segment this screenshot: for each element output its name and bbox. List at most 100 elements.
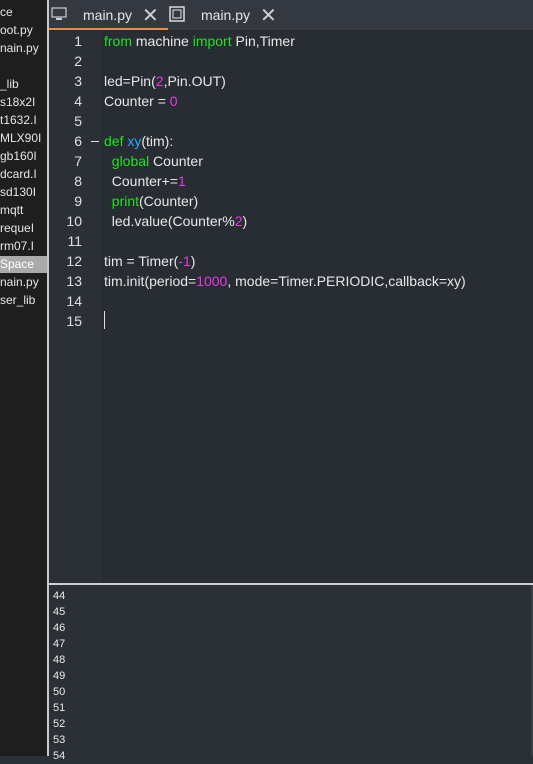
console-output-line: 49 xyxy=(53,670,66,682)
console-output-line: 51 xyxy=(53,702,66,714)
code-token: led=Pin( xyxy=(104,73,156,89)
tree-item[interactable]: gb160I xyxy=(0,148,47,165)
code-token: xy xyxy=(127,133,142,149)
console-output-line: 44 xyxy=(53,590,66,602)
code-token: Counter+= xyxy=(104,173,178,189)
board-icon xyxy=(169,5,185,25)
line-number: 13 xyxy=(66,273,82,289)
console-output-line: 48 xyxy=(53,654,66,666)
code-token: ) xyxy=(190,253,196,269)
code-token: global xyxy=(111,153,150,169)
tree-item[interactable]: mqtt xyxy=(0,202,47,219)
line-number: 10 xyxy=(66,213,82,229)
line-number: 7 xyxy=(74,153,82,169)
tree-item[interactable]: nain.py xyxy=(0,274,47,291)
code-token: 1 xyxy=(177,173,186,189)
console-output-line: 52 xyxy=(53,718,66,730)
tree-item[interactable]: rm07.I xyxy=(0,238,47,255)
line-number: 6 xyxy=(74,133,82,149)
tree-item[interactable]: t1632.I xyxy=(0,112,47,129)
code-line: led.value(Counter%2) xyxy=(104,211,247,231)
code-token: import xyxy=(192,33,232,49)
line-number: 5 xyxy=(74,113,82,129)
code-token: tim = Timer( xyxy=(104,253,179,269)
line-number-gutter: 1 2 3 4 5 6 7 8 9 10 11 12 13 14 15 xyxy=(49,31,102,583)
code-token: 2 xyxy=(155,73,164,89)
line-number: 15 xyxy=(66,313,82,329)
code-token: ) xyxy=(242,213,248,229)
code-area[interactable]: from machine import Pin,Timer led=Pin(2,P… xyxy=(102,31,533,583)
fold-toggle-icon[interactable] xyxy=(91,141,99,142)
code-editor[interactable]: 1 2 3 4 5 6 7 8 9 10 11 12 13 14 15 from machine impor… xyxy=(49,31,533,583)
line-number: 4 xyxy=(74,93,82,109)
tree-item[interactable]: requeI xyxy=(0,220,47,237)
tab-bar: main.py ✕ main.py ✕ xyxy=(49,0,533,31)
code-line: from machine import Pin,Timer xyxy=(104,31,295,51)
tree-item[interactable]: oot.py xyxy=(0,22,47,39)
code-line: Counter+=1 xyxy=(104,171,186,191)
line-number: 8 xyxy=(74,173,82,189)
console-output-line: 50 xyxy=(53,686,66,698)
line-number: 11 xyxy=(67,233,82,249)
code-token: led.value(Counter% xyxy=(104,213,235,229)
tree-item[interactable] xyxy=(0,58,47,75)
code-token: (Counter) xyxy=(139,193,199,209)
code-token: Counter = xyxy=(104,93,170,109)
code-token: Counter xyxy=(149,153,203,169)
code-token: , mode=Timer.PERIODIC,callback=xy) xyxy=(227,273,466,289)
close-icon[interactable]: ✕ xyxy=(142,3,159,28)
tree-item[interactable]: ce xyxy=(0,4,47,21)
tab-label: main.py xyxy=(83,7,133,23)
code-line: global Counter xyxy=(104,151,203,171)
console-output-line: 54 xyxy=(53,750,66,762)
code-token: 2 xyxy=(234,213,243,229)
tree-item[interactable]: nain.py xyxy=(0,40,47,57)
code-token: machine xyxy=(132,33,193,49)
console-gutter: 44 45 46 47 48 49 50 51 52 53 54 xyxy=(49,585,99,762)
code-line: Counter = 0 xyxy=(104,91,178,111)
tree-item[interactable]: MLX90I xyxy=(0,130,47,147)
tree-item[interactable]: s18x2I xyxy=(0,94,47,111)
tab-main-py-local[interactable]: main.py ✕ xyxy=(49,0,168,30)
code-line: def xy(tim): xyxy=(104,131,173,151)
console-output-line: 53 xyxy=(53,734,66,746)
tab-label: main.py xyxy=(201,7,251,23)
file-tree: ce oot.py nain.py _lib s18x2I t1632.I MLX90I gb… xyxy=(0,0,48,756)
tree-item[interactable]: dcard.I xyxy=(0,166,47,183)
line-number: 14 xyxy=(66,293,82,309)
code-line: tim = Timer(-1) xyxy=(104,251,195,271)
line-number: 12 xyxy=(66,253,82,269)
console-output-line: 47 xyxy=(53,638,66,650)
code-token: -1 xyxy=(178,253,191,269)
console-output-line: 46 xyxy=(53,622,66,634)
code-line: print(Counter) xyxy=(104,191,198,211)
monitor-icon xyxy=(51,6,67,24)
line-number: 2 xyxy=(74,53,82,69)
code-token: Pin,Timer xyxy=(231,33,295,49)
tree-item[interactable]: sd130I xyxy=(0,184,47,201)
tree-item[interactable]: ser_lib xyxy=(0,292,47,309)
code-line: led=Pin(2,Pin.OUT) xyxy=(104,71,226,91)
line-number: 3 xyxy=(74,73,82,89)
code-token: 1000 xyxy=(196,273,228,289)
code-token: print xyxy=(111,193,140,209)
tree-item[interactable]: _lib xyxy=(0,76,47,93)
console-output-line: 45 xyxy=(53,606,66,618)
code-token: ,Pin.OUT) xyxy=(163,73,226,89)
text-cursor xyxy=(104,311,105,329)
code-token: 0 xyxy=(169,93,178,109)
line-number: 1 xyxy=(74,33,82,49)
code-token: tim.init(period= xyxy=(104,273,197,289)
code-line: tim.init(period=1000, mode=Timer.PERIODI… xyxy=(104,271,466,291)
code-token: (tim): xyxy=(141,133,174,149)
line-number: 9 xyxy=(74,193,82,209)
code-token: def xyxy=(104,133,124,149)
console-panel[interactable]: 44 45 46 47 48 49 50 51 52 53 54 xyxy=(49,585,533,762)
active-tab-indicator xyxy=(49,28,168,30)
close-icon[interactable]: ✕ xyxy=(260,3,277,28)
code-token: from xyxy=(104,33,132,49)
tab-main-py-device[interactable]: main.py ✕ xyxy=(169,0,319,30)
tree-item[interactable]: Space xyxy=(0,256,47,273)
